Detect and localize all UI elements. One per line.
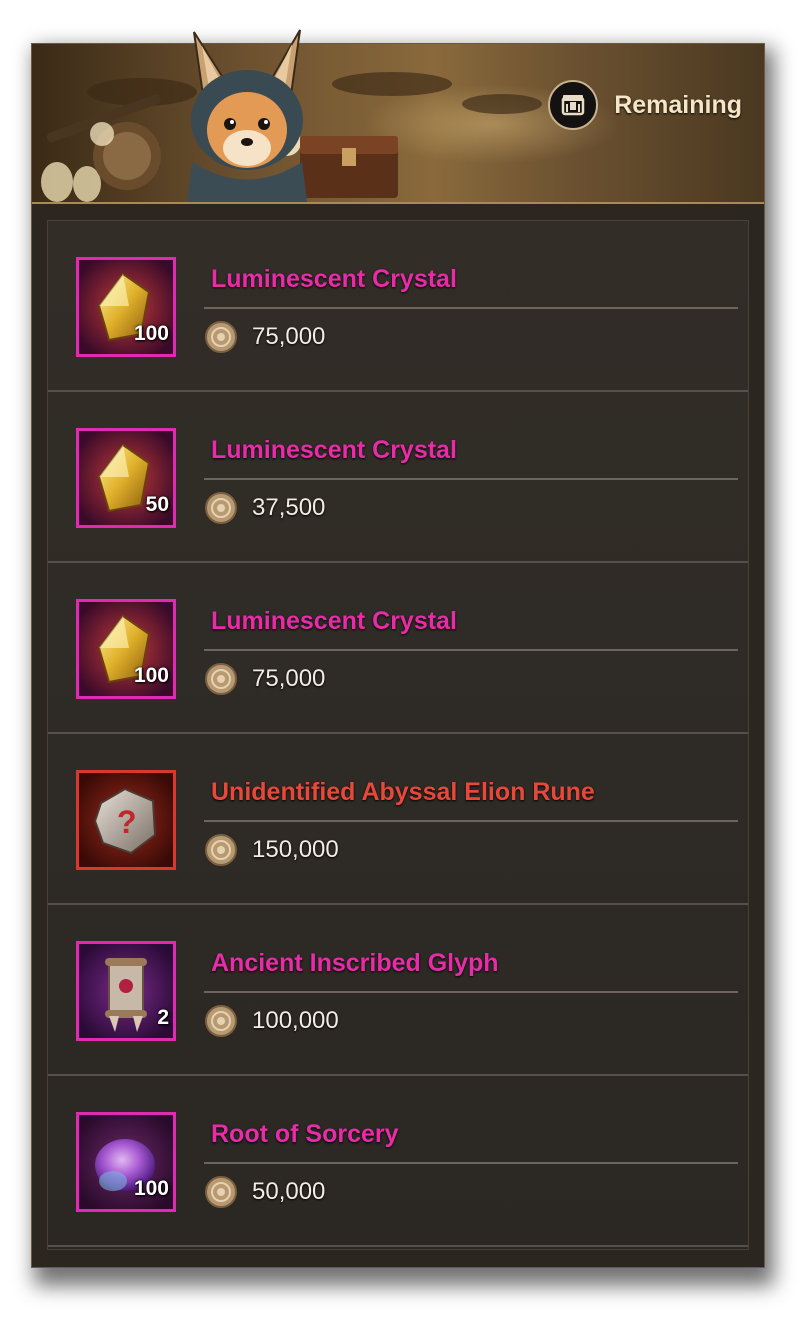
divider bbox=[204, 991, 738, 993]
price-value: 100,000 bbox=[252, 1007, 339, 1034]
shop-banner: Remaining bbox=[32, 29, 764, 204]
crystal-icon[interactable]: 100 bbox=[76, 257, 176, 357]
item-name: Root of Sorcery bbox=[211, 1120, 399, 1148]
list-item[interactable]: 100 Luminescent Crystal 75,000 bbox=[48, 563, 748, 734]
sorcery-essence-icon[interactable]: 100 bbox=[76, 1112, 176, 1212]
coin-icon bbox=[205, 321, 237, 353]
price-value: 150,000 bbox=[252, 836, 339, 863]
price-value: 75,000 bbox=[252, 665, 326, 692]
item-quantity: 100 bbox=[133, 664, 169, 687]
svg-text:?: ? bbox=[117, 804, 137, 840]
shop-panel: Remaining 100 Luminescent Crystal 75,000… bbox=[31, 29, 765, 1268]
list-item[interactable]: 2 Ancient Inscribed Glyph 100,000 bbox=[48, 905, 748, 1076]
fox-mascot-icon bbox=[187, 29, 307, 202]
chest-icon bbox=[548, 80, 599, 130]
coin-icon bbox=[205, 1005, 237, 1037]
coin-icon bbox=[205, 663, 237, 695]
coin-icon bbox=[205, 1176, 237, 1208]
item-name: Ancient Inscribed Glyph bbox=[211, 949, 499, 977]
list-item[interactable]: ? Unidentified Abyssal Elion Rune 150,00… bbox=[48, 734, 748, 905]
divider bbox=[204, 307, 738, 309]
item-quantity: 50 bbox=[145, 493, 169, 516]
item-name: Luminescent Crystal bbox=[211, 607, 457, 635]
divider bbox=[204, 1162, 738, 1164]
item-quantity: 100 bbox=[133, 322, 169, 345]
item-price: 37,500 bbox=[204, 490, 325, 526]
item-price: 50,000 bbox=[204, 1174, 325, 1210]
divider bbox=[204, 478, 738, 480]
item-name: Luminescent Crystal bbox=[211, 436, 457, 464]
list-item[interactable]: 50 Luminescent Crystal 37,500 bbox=[48, 392, 748, 563]
item-list: 100 Luminescent Crystal 75,000 50 Lumine… bbox=[47, 220, 749, 1250]
price-value: 50,000 bbox=[252, 1178, 326, 1205]
price-value: 75,000 bbox=[252, 323, 326, 350]
remaining-label: Remaining bbox=[614, 90, 742, 119]
divider bbox=[204, 649, 738, 651]
item-price: 75,000 bbox=[204, 319, 325, 355]
price-value: 37,500 bbox=[252, 494, 326, 521]
remaining-button[interactable]: Remaining bbox=[548, 80, 742, 130]
glyph-scroll-icon[interactable]: 2 bbox=[76, 941, 176, 1041]
item-name: Unidentified Abyssal Elion Rune bbox=[211, 778, 595, 806]
list-item[interactable]: 100 Root of Sorcery 50,000 bbox=[48, 1076, 748, 1247]
item-quantity: 100 bbox=[133, 1177, 169, 1200]
item-name: Luminescent Crystal bbox=[211, 265, 457, 293]
divider bbox=[204, 820, 738, 822]
crystal-icon[interactable]: 50 bbox=[76, 428, 176, 528]
rune-stone-icon[interactable]: ? bbox=[76, 770, 176, 870]
coin-icon bbox=[205, 834, 237, 866]
item-quantity: 2 bbox=[157, 1006, 169, 1029]
list-item[interactable]: 100 Luminescent Crystal 75,000 bbox=[48, 221, 748, 392]
crystal-icon[interactable]: 100 bbox=[76, 599, 176, 699]
coin-icon bbox=[205, 492, 237, 524]
item-price: 150,000 bbox=[204, 832, 339, 868]
item-price: 75,000 bbox=[204, 661, 325, 697]
item-price: 100,000 bbox=[204, 1003, 339, 1039]
